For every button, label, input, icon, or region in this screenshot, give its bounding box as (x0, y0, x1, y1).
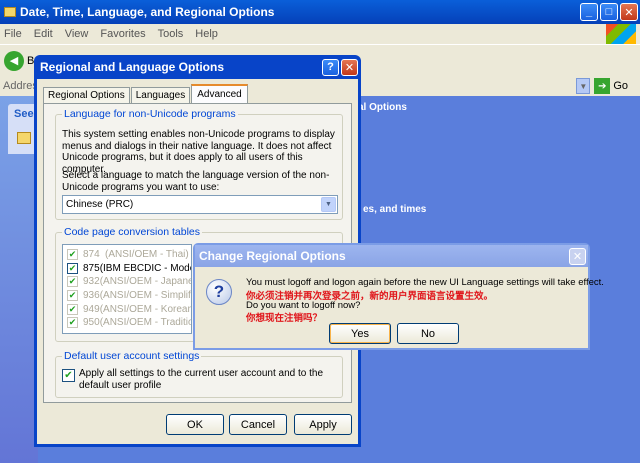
apply-all-checkbox[interactable]: ✔ (62, 369, 75, 382)
codepage-name: (ANSI/OEM - Traditional (99, 317, 191, 329)
tab-regional-options[interactable]: Regional Options (43, 87, 130, 103)
tab-languages[interactable]: Languages (130, 87, 191, 103)
chevron-down-icon[interactable]: ▼ (321, 197, 336, 212)
msgbox-title: Change Regional Options (199, 249, 346, 263)
menu-help[interactable]: Help (195, 28, 218, 40)
explorer-sidebar: See (0, 96, 38, 463)
codepage-code: 949 (83, 303, 100, 315)
ok-button[interactable]: OK (166, 414, 224, 435)
checkbox[interactable]: ✔ (67, 290, 78, 302)
tab-strip: Regional Options Languages Advanced (43, 83, 248, 104)
menu-edit[interactable]: Edit (34, 28, 53, 40)
back-arrow-icon[interactable]: ◀ (4, 50, 24, 71)
help-button[interactable]: ? (322, 58, 339, 76)
codepage-code: 874 (83, 249, 100, 261)
codepage-name: (ANSI/OEM - Japanese (99, 276, 191, 288)
codepage-row[interactable]: ✔ 875(IBM EBCDIC - Modern (67, 262, 191, 276)
nonunicode-group: Language for non-Unicode programs This s… (55, 108, 343, 220)
regional-options-link[interactable]: al Options (358, 102, 407, 113)
checkbox[interactable]: ✔ (67, 317, 78, 329)
maximize-button[interactable]: □ (600, 3, 618, 21)
language-select-prompt: Select a language to match the language … (62, 170, 330, 193)
codepage-row[interactable]: ✔ 949 (ANSI/OEM - Korean) (67, 302, 191, 316)
menu-favorites[interactable]: Favorites (100, 28, 145, 40)
minimize-button[interactable]: _ (580, 3, 598, 21)
dialog-title: Regional and Language Options (40, 60, 225, 74)
explorer-title: Date, Time, Language, and Regional Optio… (20, 5, 275, 19)
tab-advanced[interactable]: Advanced (191, 84, 248, 104)
nonunicode-label: Language for non-Unicode programs (62, 108, 238, 120)
dialog-title-bar: Regional and Language Options ? ✕ (37, 55, 358, 79)
msgbox-close-icon[interactable]: ✕ (569, 247, 586, 265)
menu-tools[interactable]: Tools (158, 28, 184, 40)
apply-all-option[interactable]: ✔ Apply all settings to the current user… (62, 368, 338, 391)
msgbox-line2-cn: 你想现在注销吗？ (246, 313, 323, 324)
see-label: See (14, 108, 34, 120)
codepage-code: 936 (83, 290, 100, 302)
dates-times-link[interactable]: es, and times (363, 204, 426, 215)
codepage-row[interactable]: ✔ 932(ANSI/OEM - Japanese (67, 275, 191, 289)
checkbox[interactable]: ✔ (67, 262, 78, 274)
msgbox-title-bar: Change Regional Options ✕ (195, 245, 588, 267)
checkbox[interactable]: ✔ (67, 276, 78, 288)
default-user-label: Default user account settings (62, 350, 202, 362)
codepage-row[interactable]: ✔ 936(ANSI/OEM - Simplified (67, 289, 191, 303)
language-select[interactable]: Chinese (PRC) ▼ (62, 195, 338, 214)
go-label[interactable]: Go (613, 80, 628, 92)
menu-file[interactable]: File (4, 28, 22, 40)
codepage-name: (ANSI/OEM - Simplified (99, 290, 191, 302)
codepage-code: 932 (83, 276, 100, 288)
apply-all-text: Apply all settings to the current user a… (79, 368, 324, 391)
go-arrow-icon[interactable]: ➔ (594, 78, 611, 94)
language-select-value: Chinese (PRC) (66, 199, 134, 210)
nonunicode-description: This system setting enables non-Unicode … (62, 129, 335, 175)
close-button[interactable]: ✕ (620, 3, 638, 21)
codepage-label: Code page conversion tables (62, 226, 203, 238)
question-icon: ? (206, 279, 232, 305)
no-button[interactable]: No (397, 323, 459, 344)
codepage-name: (ANSI/OEM - Korean) (99, 303, 192, 315)
address-dropdown-icon[interactable]: ▼ (576, 78, 591, 94)
apply-button[interactable]: Apply (294, 414, 352, 435)
codepage-name: (ANSI/OEM - Thai) (105, 249, 189, 261)
windows-logo-icon (606, 24, 636, 44)
codepage-code: 875 (83, 262, 100, 274)
folder-icon (4, 7, 16, 17)
codepage-name: (IBM EBCDIC - Modern (99, 262, 191, 274)
codepage-code: 950 (83, 317, 100, 329)
codepage-row[interactable]: ✔ 950(ANSI/OEM - Traditional (67, 316, 191, 330)
menu-bar: File Edit View Favorites Tools Help (0, 24, 640, 44)
yes-button[interactable]: Yes (329, 323, 391, 344)
codepage-list[interactable]: ✔ 874 (ANSI/OEM - Thai) ✔ 875 (IBM EBCDIC - … (62, 244, 192, 334)
change-regional-options-msgbox: Change Regional Options ✕ ? You must log… (193, 243, 604, 350)
codepage-row[interactable]: ✔ 874 (ANSI/OEM - Thai) (67, 248, 191, 262)
checkbox[interactable]: ✔ (67, 249, 78, 261)
msgbox-body: ? You must logoff and logon again before… (195, 267, 604, 348)
msgbox-line1: You must logoff and logon again before t… (246, 277, 604, 288)
menu-view[interactable]: View (65, 28, 89, 40)
checkbox[interactable]: ✔ (67, 303, 78, 315)
dialog-close-button[interactable]: ✕ (341, 58, 358, 76)
see-also-icon (17, 132, 31, 144)
cancel-button[interactable]: Cancel (229, 414, 287, 435)
default-user-group: Default user account settings ✔ Apply al… (55, 350, 343, 398)
explorer-title-bar: Date, Time, Language, and Regional Optio… (0, 0, 640, 24)
